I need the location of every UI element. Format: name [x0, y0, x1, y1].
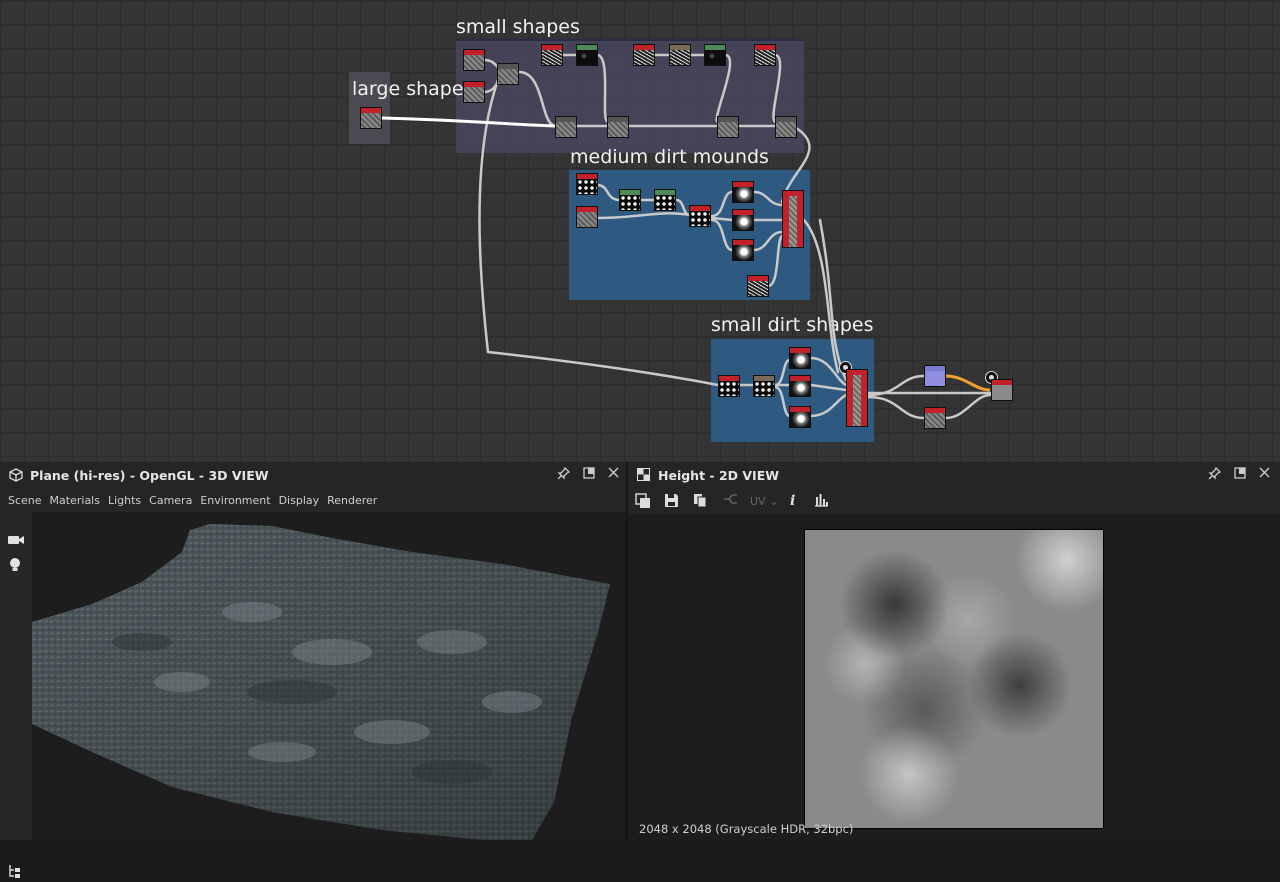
node-shape-medium-2[interactable]	[732, 209, 754, 231]
menu-scene[interactable]: Scene	[8, 494, 42, 507]
copy-icon[interactable]	[635, 493, 651, 513]
node-shape-tile-2[interactable]	[463, 81, 485, 103]
menu-environment[interactable]: Environment	[200, 494, 270, 507]
checker-icon	[637, 468, 651, 482]
cube-icon	[9, 468, 23, 482]
panel-3d-view: Plane (hi-res) - OpenGL - 3D VIEW Scene M…	[0, 462, 627, 878]
menu-lights[interactable]: Lights	[108, 494, 141, 507]
node-blend-small-dirt[interactable]	[846, 369, 868, 427]
node-shape-medium-1[interactable]	[732, 181, 754, 203]
menu-display[interactable]: Display	[279, 494, 320, 507]
node-output[interactable]	[991, 379, 1013, 401]
node-levels-small-2[interactable]	[704, 44, 726, 66]
node-tile-generator-2[interactable]	[619, 189, 641, 211]
duplicate-icon[interactable]	[693, 493, 707, 512]
light-bulb-icon[interactable]	[8, 557, 22, 577]
menu-renderer[interactable]: Renderer	[327, 494, 377, 507]
node-graph-canvas[interactable]: small shapes large shape medium dirt mou…	[0, 0, 1280, 462]
node-blend-medium[interactable]	[782, 190, 804, 248]
node-levels-small-1[interactable]	[576, 44, 598, 66]
maximize-icon[interactable]	[583, 467, 595, 483]
close-icon[interactable]	[608, 467, 619, 482]
node-blend-small-4[interactable]	[717, 116, 739, 138]
viewport-2d[interactable]: 2048 x 2048 (Grayscale HDR, 32bpc)	[628, 514, 1280, 840]
pin-icon[interactable]	[1208, 466, 1222, 484]
node-blend-small-2[interactable]	[555, 116, 577, 138]
viewport-3d[interactable]	[32, 512, 626, 840]
node-noise-medium-2[interactable]	[747, 275, 769, 297]
menu-camera[interactable]: Camera	[149, 494, 192, 507]
node-blend-small-3[interactable]	[607, 116, 629, 138]
camera-icon[interactable]	[8, 534, 24, 550]
node-shape-small-2[interactable]	[789, 375, 811, 397]
node-shape-small-1[interactable]	[789, 347, 811, 369]
histogram-icon[interactable]	[814, 493, 829, 511]
panel-3d-menubar: Scene Materials Lights Camera Environment Dis…	[0, 488, 626, 512]
node-noise-small-1[interactable]	[541, 44, 563, 66]
pin-icon[interactable]	[557, 466, 571, 484]
node-tile-sampler-medium[interactable]	[689, 205, 711, 227]
terrain-mesh	[32, 524, 610, 840]
node-shape-small-3[interactable]	[789, 406, 811, 428]
node-noise-small-3[interactable]	[669, 44, 691, 66]
node-blend-small-5[interactable]	[775, 116, 797, 138]
node-shape-medium-3[interactable]	[732, 239, 754, 261]
uv-label: UV	[750, 495, 766, 508]
node-tile-generator-3[interactable]	[654, 189, 676, 211]
maximize-icon[interactable]	[1234, 467, 1246, 483]
node-noise-medium-1[interactable]	[576, 206, 598, 228]
info-icon[interactable]: i	[790, 493, 795, 509]
node-tile-sampler-small-1[interactable]	[718, 375, 740, 397]
panel-2d-title: Height - 2D VIEW	[658, 468, 780, 483]
uv-dropdown[interactable]: UV ⌄	[750, 495, 778, 508]
menu-materials[interactable]: Materials	[50, 494, 100, 507]
panel-3d-title: Plane (hi-res) - OpenGL - 3D VIEW	[30, 468, 269, 483]
image-resolution-status: 2048 x 2048 (Grayscale HDR, 32bpc)	[639, 822, 854, 836]
close-icon[interactable]	[1259, 467, 1270, 482]
save-icon[interactable]	[664, 493, 679, 512]
panel-3d-sidebar	[0, 512, 32, 878]
graph-links	[381, 53, 992, 420]
node-height-output-thumb[interactable]	[924, 407, 946, 429]
node-tile-sampler-small-2[interactable]	[753, 375, 775, 397]
panel-2d-toolbar: UV ⌄ i	[628, 488, 1280, 514]
node-large-shape[interactable]	[360, 107, 382, 129]
panel-2d-titlebar: Height - 2D VIEW	[628, 462, 1280, 489]
scene-tree-icon[interactable]	[8, 864, 22, 882]
node-tile-generator-1[interactable]	[576, 173, 598, 195]
node-noise-small-4[interactable]	[754, 44, 776, 66]
node-normal-map[interactable]	[924, 365, 946, 387]
tiling-icon[interactable]	[723, 493, 738, 510]
node-noise-small-2[interactable]	[633, 44, 655, 66]
height-map-image	[804, 529, 1104, 829]
node-blend-small-1[interactable]	[497, 63, 519, 85]
node-shape-tile-1[interactable]	[463, 49, 485, 71]
panel-2d-view: Height - 2D VIEW UV ⌄ i 2048 x 2048 (Gra…	[628, 462, 1280, 840]
panel-3d-titlebar: Plane (hi-res) - OpenGL - 3D VIEW	[0, 462, 626, 489]
